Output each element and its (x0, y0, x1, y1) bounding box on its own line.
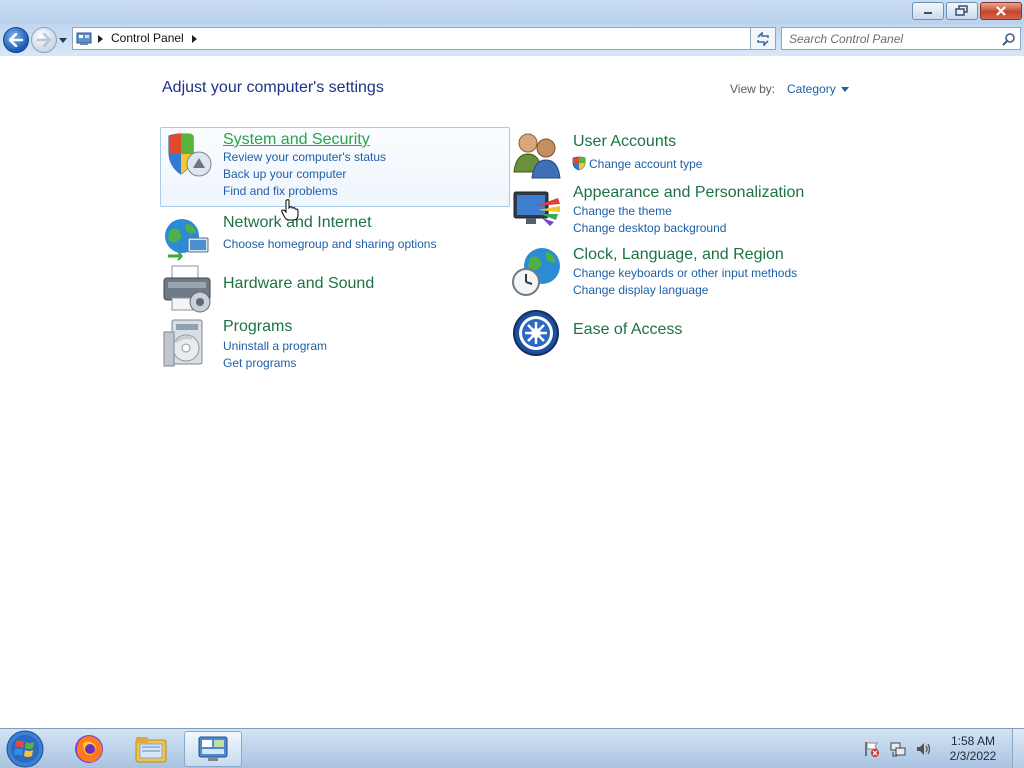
search-input[interactable] (782, 28, 998, 49)
search-button[interactable] (998, 28, 1020, 49)
minimize-icon (924, 12, 932, 14)
clock-globe-icon (512, 248, 560, 296)
category-ease-of-access: Ease of Access (512, 309, 862, 361)
chevron-down-icon (59, 37, 67, 43)
taskbar-firefox[interactable] (60, 731, 118, 767)
windows-start-icon (6, 730, 44, 768)
ease-of-access-icon (513, 310, 559, 356)
view-by-label: View by: (730, 82, 776, 96)
category-title[interactable]: Clock, Language, and Region (573, 246, 784, 264)
category-link[interactable]: Uninstall a program (223, 339, 327, 353)
category-title[interactable]: Appearance and Personalization (573, 184, 804, 202)
back-arrow-icon (8, 33, 24, 47)
category-clock-language-and-region: Clock, Language, and Region Change keybo… (512, 246, 862, 302)
category-link[interactable]: Back up your computer (223, 167, 346, 181)
printer-icon (163, 265, 211, 313)
network-tray-button[interactable] (888, 739, 908, 759)
programs-disc-icon (163, 319, 203, 367)
category-appearance-and-personalization: Appearance and Personalization Change th… (512, 184, 862, 240)
refresh-icon (757, 31, 769, 46)
category-link[interactable]: Review your computer's status (223, 150, 386, 164)
recent-pages-dropdown[interactable] (58, 36, 68, 44)
uac-shield-icon (572, 156, 586, 171)
restore-icon (955, 5, 968, 16)
volume-tray-button[interactable] (914, 739, 934, 759)
category-title[interactable]: System and Security (223, 131, 370, 149)
search-box (781, 27, 1021, 50)
category-title[interactable]: Hardware and Sound (223, 275, 374, 293)
view-by-dropdown[interactable]: Category (787, 82, 849, 96)
breadcrumb-separator-icon[interactable] (95, 34, 105, 43)
view-by-value: Category (787, 82, 836, 96)
category-link[interactable]: Change display language (573, 283, 708, 297)
clock-date: 2/3/2022 (949, 749, 997, 763)
address-bar[interactable]: Control Panel (72, 27, 776, 50)
clock-time: 1:58 AM (950, 734, 996, 748)
category-link[interactable]: Get programs (223, 356, 296, 370)
category-title[interactable]: Ease of Access (573, 321, 682, 339)
category-user-accounts: User Accounts Change account type (512, 130, 862, 182)
category-title[interactable]: Programs (223, 318, 292, 336)
start-button[interactable] (5, 730, 45, 768)
hand-cursor-icon (281, 199, 299, 221)
title-bar (0, 0, 1024, 24)
category-title[interactable]: User Accounts (573, 133, 676, 151)
show-desktop-button[interactable] (1012, 729, 1024, 768)
volume-icon (917, 743, 931, 755)
taskbar-file-explorer[interactable] (122, 731, 180, 767)
action-center-flag-button[interactable] (862, 739, 882, 759)
refresh-button[interactable] (750, 27, 776, 50)
category-network-and-internet: Network and Internet Choose homegroup an… (162, 214, 510, 264)
category-system-and-security: System and Security Review your computer… (160, 127, 510, 207)
window-controls (912, 2, 1022, 20)
category-link[interactable]: Change keyboards or other input methods (573, 266, 797, 280)
network-globe-icon (165, 219, 209, 261)
page-title: Adjust your computer's settings (162, 79, 384, 96)
close-icon (996, 6, 1006, 16)
navigation-bar: Control Panel (0, 24, 1024, 56)
category-programs: Programs Uninstall a program Get program… (162, 318, 510, 378)
users-icon (513, 133, 561, 179)
control-panel-small-icon (73, 28, 95, 49)
search-icon (1002, 32, 1015, 46)
category-hardware-and-sound: Hardware and Sound (162, 264, 510, 316)
control-panel-icon (198, 736, 228, 761)
taskbar: 1:58 AM 2/3/2022 (0, 728, 1024, 768)
firefox-icon (75, 735, 103, 763)
taskbar-control-panel[interactable] (184, 731, 242, 767)
forward-arrow-icon (36, 33, 52, 47)
shield-icon (168, 133, 212, 177)
category-link[interactable]: Choose homegroup and sharing options (223, 237, 436, 251)
back-button[interactable] (3, 27, 29, 53)
forward-button[interactable] (31, 27, 57, 53)
breadcrumb-control-panel[interactable]: Control Panel (105, 28, 190, 49)
category-link[interactable]: Find and fix problems (223, 184, 338, 198)
network-tray-icon (890, 742, 906, 757)
system-tray (862, 729, 934, 768)
monitor-paint-icon (513, 191, 560, 226)
category-link[interactable]: Change account type (589, 157, 702, 171)
minimize-button[interactable] (912, 2, 944, 20)
action-center-flag-icon (865, 742, 879, 757)
restore-button[interactable] (946, 2, 978, 20)
category-link[interactable]: Change the theme (573, 204, 672, 218)
chevron-down-icon (840, 86, 849, 92)
control-panel-content: Adjust your computer's settings View by:… (0, 56, 1024, 728)
breadcrumb-separator-icon[interactable] (190, 34, 200, 43)
category-link[interactable]: Change desktop background (573, 221, 726, 235)
file-explorer-icon (135, 737, 167, 763)
taskbar-clock[interactable]: 1:58 AM 2/3/2022 (938, 734, 1008, 764)
close-button[interactable] (980, 2, 1022, 20)
